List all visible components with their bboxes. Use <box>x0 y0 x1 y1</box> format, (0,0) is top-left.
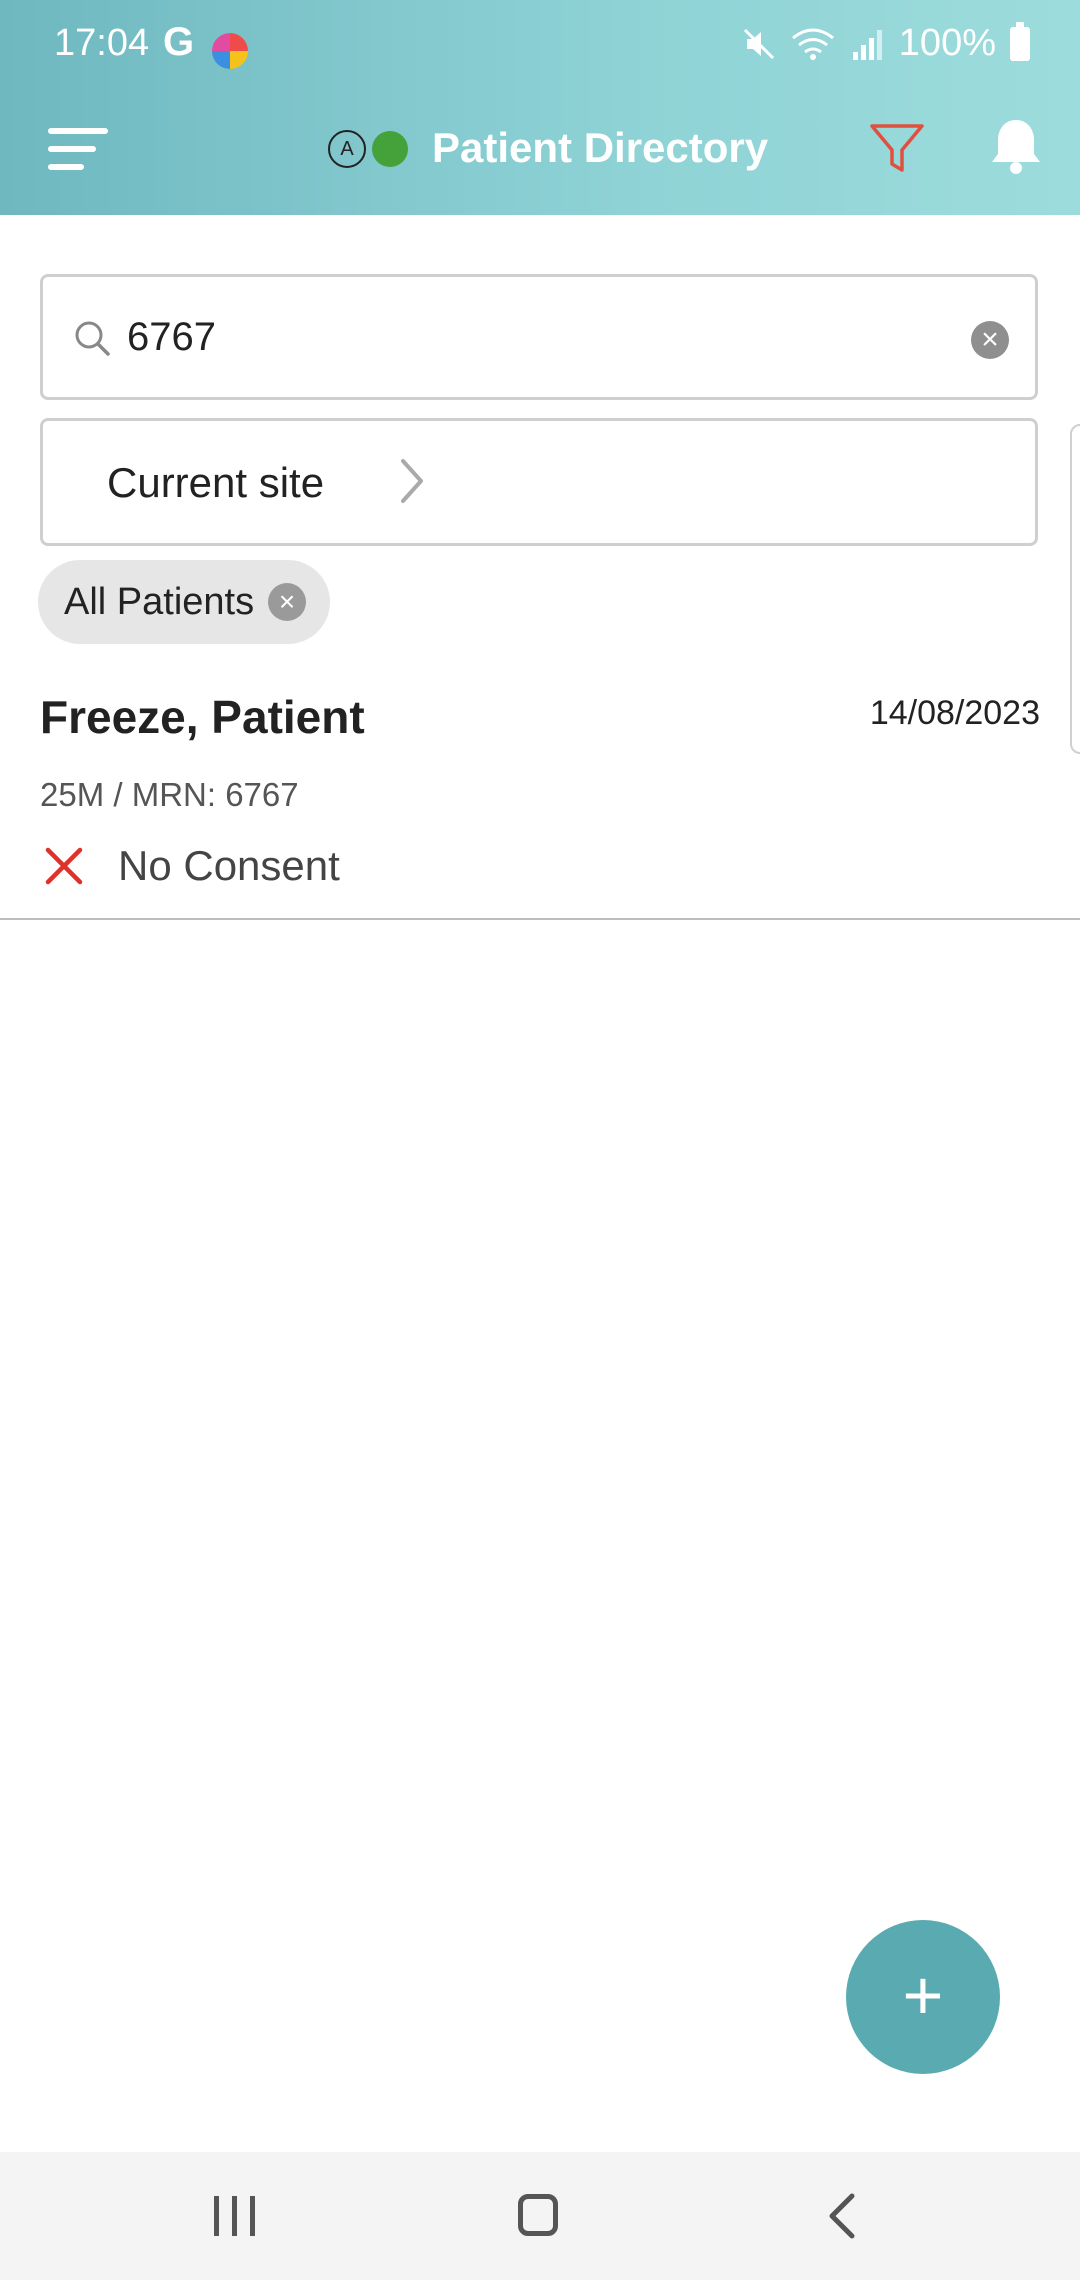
system-nav-bar <box>0 2152 1080 2280</box>
status-time: 17:04 <box>54 22 150 64</box>
recent-apps-icon[interactable] <box>214 2196 258 2236</box>
clear-icon[interactable]: × <box>971 321 1009 359</box>
search-field[interactable]: 6767 × <box>40 274 1038 400</box>
page-title: Patient Directory <box>432 124 769 171</box>
close-icon[interactable]: × <box>268 583 307 621</box>
filter-chip[interactable]: All Patients × <box>38 560 331 644</box>
patient-list-item[interactable]: Freeze, Patient 14/08/2023 25M / MRN: 67… <box>0 670 1080 920</box>
online-status-dot <box>372 131 408 167</box>
app-header: 17:04 G 100% A Patient Directory <box>0 0 1080 215</box>
account-badge-icon: A <box>328 130 366 168</box>
consent-status: No Consent <box>118 842 340 889</box>
google-icon: G <box>163 20 195 64</box>
filter-chip-label: All Patients <box>64 580 255 623</box>
x-mark-icon <box>45 847 83 885</box>
add-patient-button[interactable]: + <box>846 1920 1000 2074</box>
status-icons: 100% <box>741 21 1030 65</box>
patient-meta: 25M / MRN: 6767 <box>40 776 299 813</box>
battery-percent: 100% <box>898 22 996 64</box>
site-selector-label: Current site <box>107 459 325 506</box>
app-notification-icon <box>212 33 248 69</box>
patient-name: Freeze, Patient <box>40 691 365 743</box>
patient-date: 14/08/2023 <box>869 694 1040 732</box>
site-selector[interactable]: Current site <box>40 418 1038 546</box>
home-icon[interactable] <box>518 2194 558 2236</box>
menu-icon[interactable] <box>48 128 108 172</box>
filter-icon[interactable] <box>868 120 926 178</box>
battery-icon <box>1010 21 1030 61</box>
mute-icon <box>743 28 774 59</box>
signal-icon <box>852 29 882 60</box>
back-icon[interactable] <box>822 2192 862 2240</box>
bell-icon[interactable] <box>988 116 1044 178</box>
search-input[interactable]: 6767 <box>127 315 216 360</box>
chevron-right-icon <box>401 459 423 503</box>
wifi-icon <box>791 28 834 60</box>
search-icon <box>75 321 110 356</box>
